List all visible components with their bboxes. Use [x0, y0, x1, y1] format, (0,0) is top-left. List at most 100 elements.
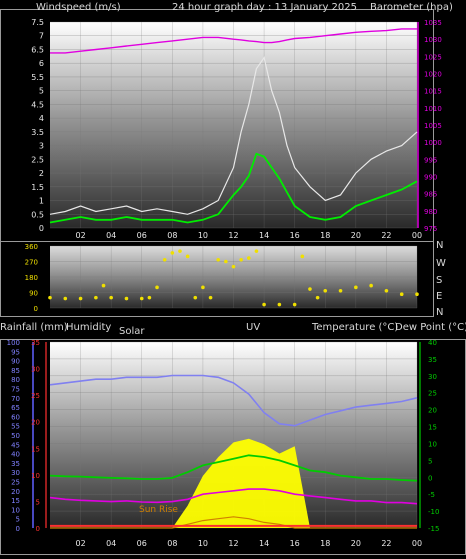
- wind-y-tick: 5: [39, 87, 44, 96]
- humidity-y-tick: 55: [11, 423, 20, 431]
- temperature-x-tick: 18: [320, 539, 330, 548]
- direction-point: [246, 256, 251, 260]
- barometer-y-tick: 1030: [424, 36, 442, 44]
- wind-y-tick: 4: [39, 114, 44, 123]
- direction-point: [354, 285, 358, 290]
- humidity-y-tick: 80: [11, 376, 20, 384]
- direction-point: [399, 292, 404, 297]
- direction-point: [109, 295, 113, 300]
- humidity-y-tick: 45: [11, 441, 20, 449]
- humidity-y-tick: 10: [11, 506, 20, 514]
- direction-point: [239, 257, 243, 262]
- barometer-y-tick: 1020: [424, 71, 442, 79]
- direction-point: [139, 296, 144, 301]
- wind-x-tick: 22: [381, 231, 391, 240]
- direction-point: [292, 302, 297, 307]
- temperature-y-tick: -5: [428, 491, 435, 499]
- direction-point: [78, 296, 83, 301]
- wind-x-tick: 00: [412, 231, 422, 240]
- wind-x-tick: 16: [290, 231, 300, 240]
- direction-point: [338, 288, 343, 293]
- wind-y-tick: 2.5: [31, 155, 44, 164]
- direction-point: [178, 249, 182, 253]
- direction-point: [415, 292, 419, 297]
- humidity-y-tick: 100: [7, 339, 20, 347]
- barometer-y-tick: 995: [424, 156, 437, 164]
- wind-x-tick: 18: [320, 231, 330, 240]
- weather-graph-svg: 0 0.5 1 1.5 2 2.5 3 3.5 4 4.5 5 5.5 6 6.5 7 7.5 975 980 98…: [0, 2, 466, 555]
- temperature-y-tick: -15: [428, 525, 439, 533]
- wind-y-tick: 7: [39, 32, 44, 41]
- wind-x-tick: 08: [167, 231, 177, 240]
- uv-label: UV: [246, 322, 260, 333]
- barometer-y-tick: 1015: [424, 88, 442, 96]
- direction-point: [155, 285, 159, 290]
- temperature-y-tick: 35: [428, 356, 437, 364]
- temperature-y-tick: 20: [428, 407, 437, 415]
- direction-point: [315, 295, 320, 300]
- direction-point: [170, 251, 175, 255]
- temperature-y-tick: 30: [428, 373, 437, 381]
- barometer-y-tick: 990: [424, 174, 437, 182]
- temperature-x-tick: 08: [167, 539, 177, 548]
- humidity-y-tick: 50: [11, 432, 20, 440]
- direction-y-tick: 360: [25, 243, 38, 251]
- temperature-x-tick: 06: [137, 539, 147, 548]
- direction-point: [277, 302, 282, 307]
- direction-point: [48, 295, 52, 300]
- wind-x-tick: 04: [106, 231, 116, 240]
- barometer-y-tick: 1000: [424, 139, 442, 147]
- wind-y-tick: 1: [39, 197, 44, 206]
- barometer-y-tick: 1025: [424, 53, 442, 61]
- direction-point: [94, 295, 98, 300]
- humidity-y-tick: 25: [11, 479, 20, 487]
- direction-point: [308, 287, 312, 291]
- direction-label-n-bottom: N: [436, 307, 443, 318]
- barometer-y-tick: 1005: [424, 122, 442, 130]
- temperature-y-tick: 10: [428, 440, 437, 448]
- direction-point: [147, 295, 152, 300]
- barometer-y-tick: 985: [424, 191, 437, 199]
- temperature-x-tick: 02: [75, 539, 85, 548]
- direction-label-n-top: N: [436, 240, 443, 251]
- humidity-y-tick: 20: [11, 488, 20, 496]
- solar-label: Solar: [119, 326, 145, 337]
- temperature-y-tick: 25: [428, 390, 437, 398]
- humidity-y-tick: 70: [11, 395, 20, 403]
- rainfall-axis-label: Rainfall (mm): [0, 322, 68, 333]
- dew-point-axis-label: Dew Point (°C): [395, 322, 466, 333]
- wind-y-tick: 5.5: [31, 73, 44, 82]
- wind-x-tick: 12: [228, 231, 238, 240]
- direction-point: [300, 254, 305, 259]
- humidity-y-tick: 30: [11, 469, 20, 477]
- rain-y-tick: 35: [31, 339, 40, 347]
- direction-point: [254, 249, 259, 253]
- direction-point: [224, 259, 228, 264]
- humidity-y-tick: 5: [16, 516, 20, 524]
- direction-point: [162, 257, 167, 262]
- rain-y-tick: 10: [31, 472, 40, 480]
- barometer-y-tick: 1035: [424, 19, 442, 27]
- graph-title: 24 hour graph day : 13 January 2025: [172, 2, 357, 13]
- barometer-y-tick: 980: [424, 208, 437, 216]
- temperature-x-tick: 16: [290, 539, 300, 548]
- humidity-y-tick: 15: [11, 497, 20, 505]
- temperature-x-tick: 20: [351, 539, 361, 548]
- temperature-y-tick: 0: [428, 474, 432, 482]
- direction-y-tick: 270: [25, 259, 38, 267]
- humidity-y-tick: 75: [11, 386, 20, 394]
- wind-y-tick: 3: [39, 142, 44, 151]
- humidity-y-tick: 40: [11, 451, 20, 459]
- temperature-x-tick: 10: [198, 539, 208, 548]
- temperature-x-tick: 04: [106, 539, 116, 548]
- direction-label-e: E: [436, 291, 442, 302]
- temperature-x-tick: 14: [259, 539, 269, 548]
- wind-y-tick: 4.5: [31, 100, 44, 109]
- windspeed-axis-label: Windspeed (m/s): [36, 2, 121, 13]
- barometer-y-tick: 1010: [424, 105, 442, 113]
- humidity-axis-label: Humidity: [66, 322, 111, 333]
- rain-y-tick: 15: [31, 445, 40, 453]
- direction-point: [208, 295, 213, 300]
- temperature-y-tick: 5: [428, 457, 432, 465]
- direction-point: [384, 288, 389, 293]
